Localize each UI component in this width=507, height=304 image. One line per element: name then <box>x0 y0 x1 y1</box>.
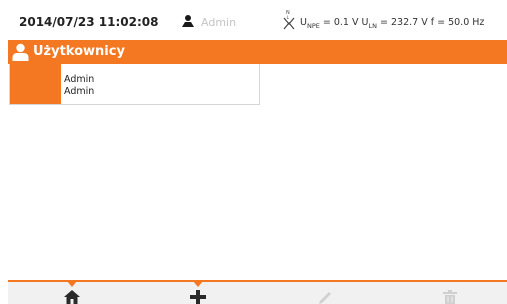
add-icon <box>190 290 206 304</box>
frequency-value: f = 50.0 Hz <box>430 17 485 28</box>
tab-marker <box>193 281 203 287</box>
measurement-readout: UNPE = 0.1 V ULN = 232.7 V f = 50.0 Hz <box>300 17 484 30</box>
screen: 2014/07/23 11:02:08 Admin N L UNPE = 0.1… <box>0 0 507 304</box>
selection-marker <box>10 64 61 104</box>
delete-button[interactable] <box>430 282 470 304</box>
page-title: Użytkownicy <box>33 44 125 59</box>
unpe-subscript: NPE <box>306 21 320 30</box>
user-role: Admin <box>64 86 95 97</box>
user-name: Admin <box>64 74 95 85</box>
user-icon <box>182 15 194 27</box>
unpe-label: U <box>300 17 307 28</box>
tab-marker <box>67 281 77 287</box>
home-icon <box>64 290 80 304</box>
edit-button[interactable] <box>305 282 345 304</box>
user-list: Admin Admin <box>9 64 260 105</box>
plug-connector-icon: N L <box>283 10 295 30</box>
unpe-value: = 0.1 V <box>322 17 359 28</box>
uln-subscript: LN <box>368 21 377 30</box>
edit-icon <box>319 292 331 304</box>
title-bar: Użytkownicy <box>8 40 507 64</box>
datetime-display: 2014/07/23 11:02:08 <box>19 15 159 29</box>
home-button[interactable] <box>52 281 92 304</box>
uln-label: U <box>361 17 369 28</box>
status-bar: 2014/07/23 11:02:08 Admin N L UNPE = 0.1… <box>0 0 507 40</box>
bottom-toolbar <box>8 280 507 304</box>
add-user-button[interactable] <box>178 281 218 304</box>
user-icon <box>12 43 29 61</box>
logged-in-user: Admin <box>201 16 237 29</box>
uln-value: = 232.7 V <box>380 17 428 28</box>
trash-icon <box>443 290 457 304</box>
